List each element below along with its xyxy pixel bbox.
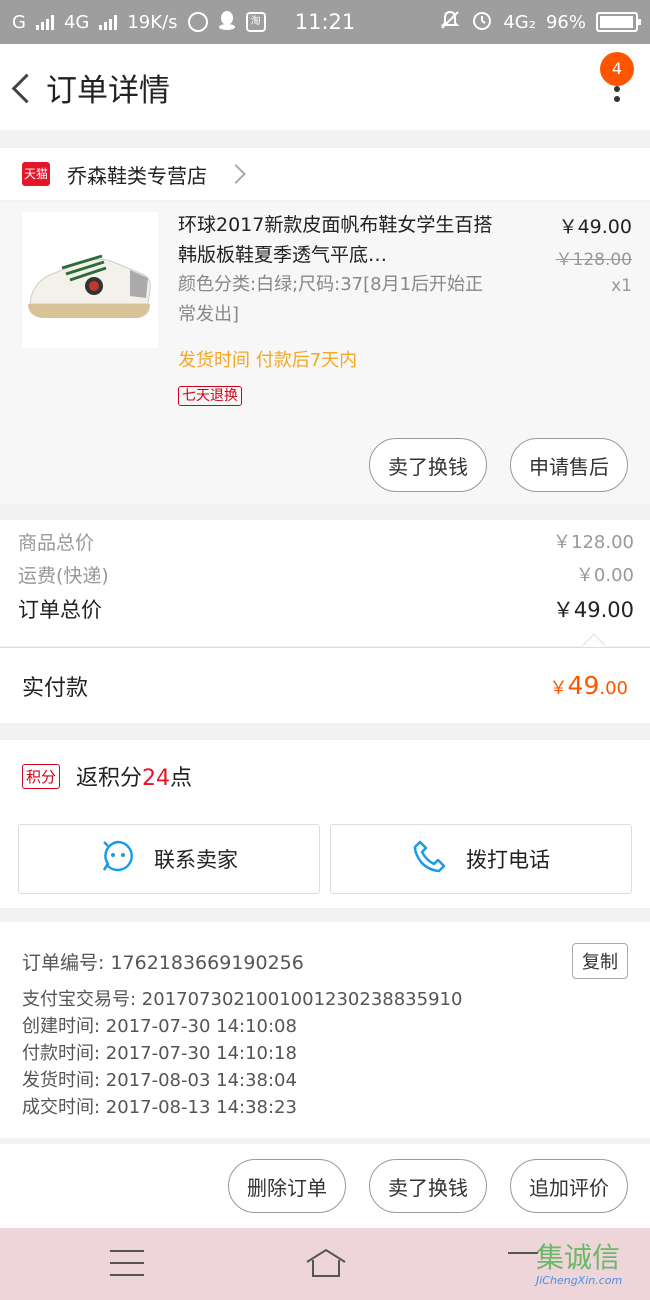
sell-again-button[interactable]: 卖了换钱 [369,1159,487,1213]
network-label-4g2: 4G₂ [503,11,536,33]
points-value: 24 [142,766,171,791]
ship-time: 发货时间 付款后7天内 [178,350,358,371]
quantity: x1 [611,276,632,296]
delete-order-button[interactable]: 删除订单 [228,1159,346,1213]
network-label: G [12,11,26,33]
order-info-lines: 支付宝交易号: 2017073021001001230238835910 创建时… [22,986,462,1121]
currency-symbol: ￥ [549,678,568,699]
points-suffix: 点 [170,766,193,791]
nav-back-icon[interactable] [508,1252,538,1254]
order-item[interactable]: 环球2017新款皮面帆布鞋女学生百搭韩版板鞋夏季透气平底… 颜色分类:白绿;尺码… [0,202,650,504]
goods-total-value: ￥128.00 [553,532,634,553]
app-header: 订单详情 4 [0,44,650,130]
mute-icon [439,9,461,36]
status-left: G 4G 19K/s 淘 [12,10,266,35]
amount-cents: .00 [599,678,628,699]
add-review-button[interactable]: 追加评价 [510,1159,628,1213]
actual-payment-row: 实付款 ￥49.00 [0,647,650,723]
store-name[interactable]: 乔森鞋类专营店 [67,160,207,189]
alarm-icon [471,9,493,36]
taobao-icon: 淘 [245,12,266,32]
alipay-trade-number: 支付宝交易号: 2017073021001001230238835910 [22,989,463,1010]
order-info: 订单编号: 1762183669190256 复制 支付宝交易号: 201707… [0,922,650,1138]
qq-icon [218,10,236,35]
paid-time: 付款时间: 2017-07-30 14:10:18 [22,1043,297,1064]
battery-percent: 96% [545,11,586,33]
price-old: ￥128.00 [555,250,632,270]
shipping-row: 运费(快递) ￥0.00 [18,561,634,588]
actual-payment-amount: ￥49.00 [550,671,628,700]
contact-seller-button[interactable]: 联系卖家 [18,824,320,894]
watermark-url: JiChengXin.com [536,1274,623,1287]
call-label: 拨打电话 [466,849,550,872]
product-sku: 颜色分类:白绿;尺码:37[8月1后开始正常发出] [178,274,484,325]
product-image[interactable] [22,212,158,348]
chat-icon [100,838,136,880]
price-now: ￥49.00 [558,216,632,238]
battery-icon [596,12,641,32]
amount-integer: 49 [567,671,600,700]
order-number: 订单编号: 1762183669190256 [22,952,304,974]
app-icon [187,12,208,32]
contact-area: 联系卖家 拨打电话 [0,812,650,908]
refund-tag: 七天退换 [178,386,242,406]
order-total-value: ￥49.00 [552,598,634,622]
signal-icon [35,14,54,30]
after-sale-button[interactable]: 申请售后 [510,438,628,492]
order-total-label: 订单总价 [18,598,102,622]
home-icon[interactable] [304,1246,348,1284]
menu-icon[interactable] [110,1250,144,1276]
shipped-time: 发货时间: 2017-08-03 14:38:04 [22,1070,297,1091]
goods-total-row: 商品总价 ￥128.00 [18,528,634,555]
store-row[interactable]: 天猫 乔森鞋类专营店 [0,148,650,200]
copy-button[interactable]: 复制 [572,943,628,979]
notification-badge[interactable]: 4 [600,52,634,86]
watermark-logo: 集诚信 [536,1241,621,1274]
goods-total-label: 商品总价 [18,532,95,554]
contact-seller-label: 联系卖家 [154,849,238,872]
points-row: 积分 返积分24点 [0,740,650,812]
points-prefix: 返积分 [76,766,143,791]
page-title: 订单详情 [46,72,170,109]
order-total-row: 订单总价 ￥49.00 [18,594,634,624]
network-speed: 19K/s [127,11,178,33]
price-column: ￥49.00 ￥128.00 x1 [556,212,632,296]
actual-payment-label: 实付款 [22,675,89,701]
call-button[interactable]: 拨打电话 [330,824,632,894]
sell-button[interactable]: 卖了换钱 [369,438,487,492]
status-right: 4G₂ 96% [439,9,641,36]
back-icon[interactable] [6,44,46,130]
bottom-actions: 删除订单 卖了换钱 追加评价 [0,1144,650,1228]
system-nav-bar: 集诚信 JiChengXin.com [0,1228,650,1300]
completed-time: 成交时间: 2017-08-13 14:38:23 [22,1097,297,1118]
created-time: 创建时间: 2017-07-30 14:10:08 [22,1016,297,1037]
points-tag: 积分 [22,763,61,789]
product-title[interactable]: 环球2017新款皮面帆布鞋女学生百搭韩版板鞋夏季透气平底… [178,210,498,270]
phone-icon [412,838,448,880]
shipping-label: 运费(快递) [18,565,109,587]
tmall-icon: 天猫 [22,162,50,186]
price-summary: 商品总价 ￥128.00 运费(快递) ￥0.00 订单总价 ￥49.00 [0,520,650,657]
shipping-value: ￥0.00 [575,565,634,586]
points-text: 返积分24点 [76,760,192,792]
signal-icon-2 [99,14,118,30]
chevron-right-icon [226,164,246,184]
network-label-4g: 4G [63,11,90,33]
status-bar: G 4G 19K/s 淘 11:21 4G₂ 96% [0,0,650,44]
